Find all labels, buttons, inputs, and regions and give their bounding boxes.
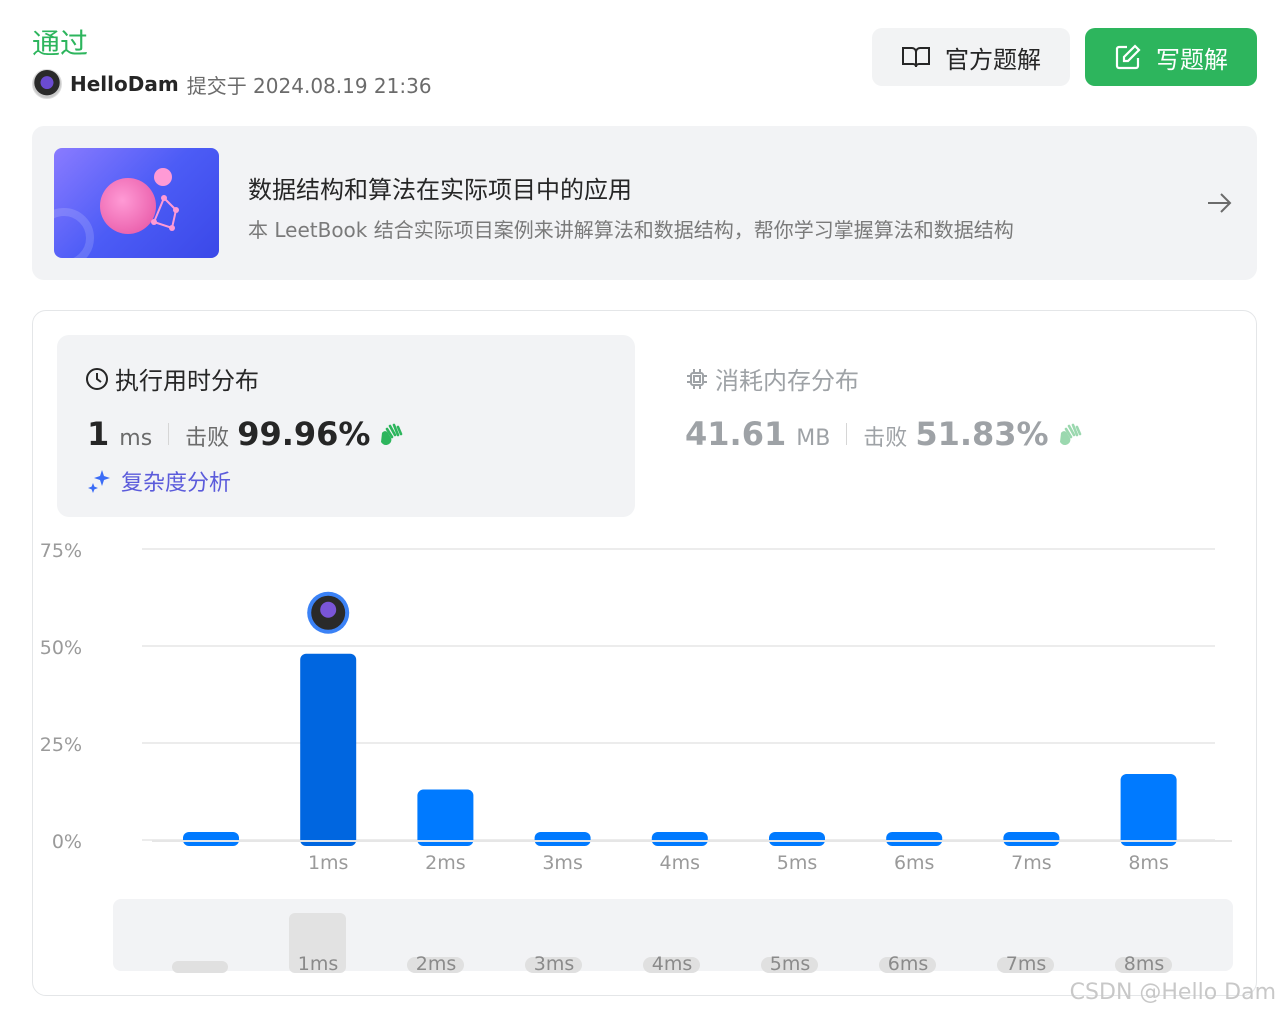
overview-label: 5ms bbox=[770, 953, 811, 975]
write-solution-label: 写题解 bbox=[1156, 45, 1228, 74]
x-tick-label: 5ms bbox=[777, 852, 818, 874]
overview-label: 3ms bbox=[534, 953, 575, 975]
clap-icon bbox=[1059, 423, 1081, 446]
runtime-unit: ms bbox=[119, 426, 153, 451]
memory-beats-label: 击败 bbox=[863, 426, 908, 451]
memory-beats-pct: 51.83% bbox=[915, 415, 1049, 453]
official-solution-label: 官方题解 bbox=[945, 45, 1041, 74]
memory-unit: MB bbox=[796, 426, 831, 451]
avatar[interactable] bbox=[32, 69, 62, 99]
complexity-analysis-link[interactable]: 复杂度分析 bbox=[87, 465, 231, 497]
edit-icon bbox=[1115, 44, 1141, 70]
overview-label: 8ms bbox=[1124, 953, 1165, 975]
write-solution-button[interactable]: 写题解 bbox=[1085, 28, 1257, 86]
runtime-panel[interactable]: 执行用时分布 1 ms 击败 99.96% 复杂度分析 bbox=[57, 335, 635, 517]
leetbook-description: 本 LeetBook 结合实际项目案例来讲解算法和数据结构，帮你学习掌握算法和数… bbox=[248, 218, 1014, 242]
bar[interactable] bbox=[651, 832, 708, 846]
memory-value: 41.61 bbox=[685, 415, 787, 453]
runtime-beats-pct: 99.96% bbox=[237, 415, 371, 453]
leetbook-card[interactable]: 数据结构和算法在实际项目中的应用 本 LeetBook 结合实际项目案例来讲解算… bbox=[32, 126, 1257, 280]
x-tick-label: 6ms bbox=[894, 852, 935, 874]
runtime-distribution-chart[interactable]: 75% 50% 25% 0% 1ms 2ms 3ms 4ms 5ms 6ms 7ms 8ms 1ms 2m… bbox=[32, 530, 1242, 975]
arrow-right-icon bbox=[1208, 193, 1232, 213]
y-tick-label: 50% bbox=[40, 637, 82, 659]
sparkle-icon bbox=[88, 470, 110, 493]
submit-time: 提交于 2024.08.19 21:36 bbox=[186, 73, 432, 98]
x-tick-label: 1ms bbox=[308, 852, 349, 874]
leetbook-cover bbox=[54, 148, 219, 258]
selected-avatar-detail bbox=[320, 601, 337, 618]
runtime-title: 执行用时分布 bbox=[115, 367, 259, 395]
bar[interactable] bbox=[183, 832, 239, 846]
x-axis-line bbox=[152, 840, 1232, 842]
watermark: CSDN @Hello Dam bbox=[1069, 980, 1276, 1005]
overview-label: 1ms bbox=[298, 953, 339, 975]
bar[interactable] bbox=[886, 832, 943, 846]
clap-icon bbox=[381, 423, 403, 446]
runtime-beats-label: 击败 bbox=[185, 426, 230, 451]
x-tick-label: 7ms bbox=[1011, 852, 1052, 874]
clock-icon bbox=[86, 367, 108, 390]
x-tick-label: 8ms bbox=[1128, 852, 1169, 874]
overview-label: 2ms bbox=[416, 953, 457, 975]
bar[interactable] bbox=[769, 832, 825, 846]
overview-label: 7ms bbox=[1006, 953, 1047, 975]
bar[interactable] bbox=[1120, 774, 1177, 846]
y-tick-label: 25% bbox=[40, 734, 82, 756]
leetbook-title: 数据结构和算法在实际项目中的应用 bbox=[248, 176, 632, 204]
memory-header[interactable]: 消耗内存分布 bbox=[685, 361, 859, 396]
username[interactable]: HelloDam bbox=[70, 72, 179, 96]
submitter-info: HelloDam 提交于 2024.08.19 21:36 bbox=[32, 68, 432, 100]
bar[interactable] bbox=[1003, 832, 1060, 846]
chip-icon bbox=[687, 368, 707, 389]
y-tick-label: 75% bbox=[40, 540, 82, 562]
memory-title: 消耗内存分布 bbox=[715, 367, 859, 395]
y-tick-label: 0% bbox=[52, 831, 82, 853]
bar[interactable] bbox=[300, 653, 357, 846]
complexity-label: 复杂度分析 bbox=[121, 471, 232, 496]
memory-metric: 41.61 MB 击败 51.83% bbox=[685, 415, 1085, 453]
status-title: 通过 bbox=[32, 27, 89, 60]
bar[interactable] bbox=[534, 832, 591, 846]
x-tick-label: 4ms bbox=[660, 852, 701, 874]
bar[interactable] bbox=[417, 789, 474, 846]
overview-label: 6ms bbox=[888, 953, 929, 975]
runtime-value: 1 bbox=[87, 415, 110, 453]
book-icon bbox=[902, 47, 930, 68]
x-tick-label: 3ms bbox=[542, 852, 583, 874]
overview-bar bbox=[172, 961, 228, 973]
x-tick-label: 2ms bbox=[425, 852, 466, 874]
overview-label: 4ms bbox=[652, 953, 693, 975]
runtime-metric: 1 ms 击败 99.96% bbox=[87, 415, 406, 453]
official-solution-button[interactable]: 官方题解 bbox=[872, 28, 1070, 86]
